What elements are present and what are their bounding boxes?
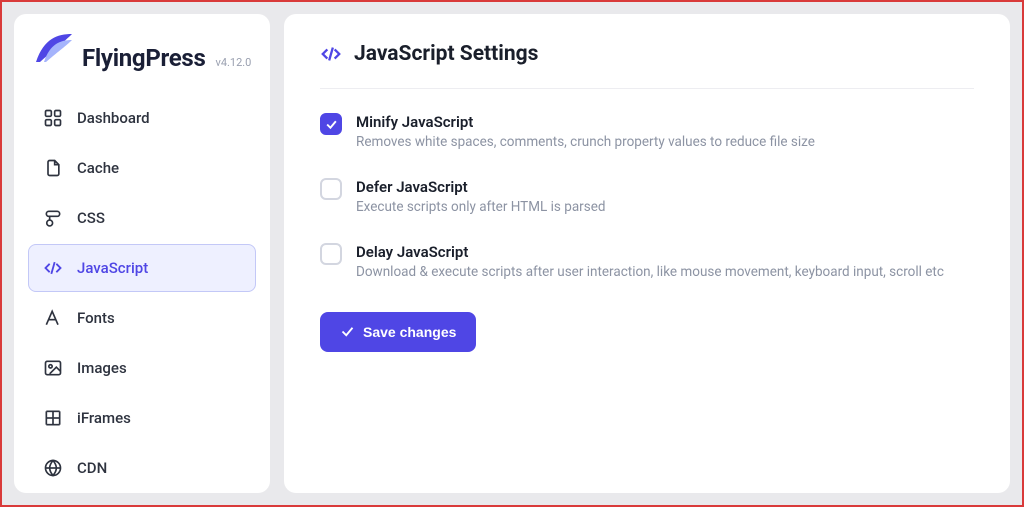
sidebar-item-label: Images — [77, 359, 127, 377]
sidebar-item-cache[interactable]: Cache — [28, 144, 256, 192]
option-defer-js: Defer JavaScript Execute scripts only af… — [320, 178, 974, 217]
option-minify-js: Minify JavaScript Removes white spaces, … — [320, 113, 974, 152]
code-icon — [320, 43, 342, 65]
sidebar-item-dashboard[interactable]: Dashboard — [28, 94, 256, 142]
option-title: Defer JavaScript — [356, 178, 605, 196]
image-icon — [43, 358, 63, 378]
fonts-icon — [43, 308, 63, 328]
app-root: FlyingPress v4.12.0 Dashboard Cache — [2, 2, 1022, 505]
code-icon — [43, 258, 63, 278]
sidebar: FlyingPress v4.12.0 Dashboard Cache — [14, 14, 270, 493]
sidebar-item-javascript[interactable]: JavaScript — [28, 244, 256, 292]
iframe-icon — [43, 408, 63, 428]
page-title: JavaScript Settings — [354, 42, 538, 66]
sidebar-item-label: Cache — [77, 159, 119, 177]
sidebar-item-cdn[interactable]: CDN — [28, 444, 256, 492]
save-button-label: Save changes — [363, 324, 456, 340]
nav: Dashboard Cache CSS JavaScript — [28, 94, 256, 492]
sidebar-item-iframes[interactable]: iFrames — [28, 394, 256, 442]
defer-js-checkbox[interactable] — [320, 178, 342, 200]
option-text: Minify JavaScript Removes white spaces, … — [356, 113, 815, 152]
option-text: Delay JavaScript Download & execute scri… — [356, 243, 944, 282]
option-description: Download & execute scripts after user in… — [356, 263, 944, 282]
option-title: Minify JavaScript — [356, 113, 815, 131]
sidebar-item-label: Fonts — [77, 309, 115, 327]
main-content: JavaScript Settings Minify JavaScript Re… — [284, 14, 1010, 493]
cache-icon — [43, 158, 63, 178]
option-description: Execute scripts only after HTML is parse… — [356, 198, 605, 217]
css-icon — [43, 208, 63, 228]
dashboard-icon — [43, 108, 63, 128]
check-icon — [340, 324, 355, 339]
sidebar-item-label: CSS — [77, 209, 105, 227]
option-title: Delay JavaScript — [356, 243, 944, 261]
brand: FlyingPress v4.12.0 — [28, 32, 256, 72]
sidebar-item-fonts[interactable]: Fonts — [28, 294, 256, 342]
minify-js-checkbox[interactable] — [320, 113, 342, 135]
delay-js-checkbox[interactable] — [320, 243, 342, 265]
sidebar-item-label: CDN — [77, 459, 107, 477]
option-text: Defer JavaScript Execute scripts only af… — [356, 178, 605, 217]
brand-version: v4.12.0 — [215, 56, 251, 69]
option-delay-js: Delay JavaScript Download & execute scri… — [320, 243, 974, 282]
sidebar-item-label: iFrames — [77, 409, 131, 427]
sidebar-item-css[interactable]: CSS — [28, 194, 256, 242]
sidebar-item-images[interactable]: Images — [28, 344, 256, 392]
brand-name: FlyingPress — [82, 44, 205, 72]
logo-icon — [34, 32, 74, 70]
sidebar-item-label: Dashboard — [77, 109, 150, 127]
globe-icon — [43, 458, 63, 478]
page-header: JavaScript Settings — [320, 42, 974, 89]
sidebar-item-label: JavaScript — [77, 259, 148, 277]
check-icon — [325, 118, 338, 131]
option-description: Removes white spaces, comments, crunch p… — [356, 133, 815, 152]
save-button[interactable]: Save changes — [320, 312, 476, 352]
